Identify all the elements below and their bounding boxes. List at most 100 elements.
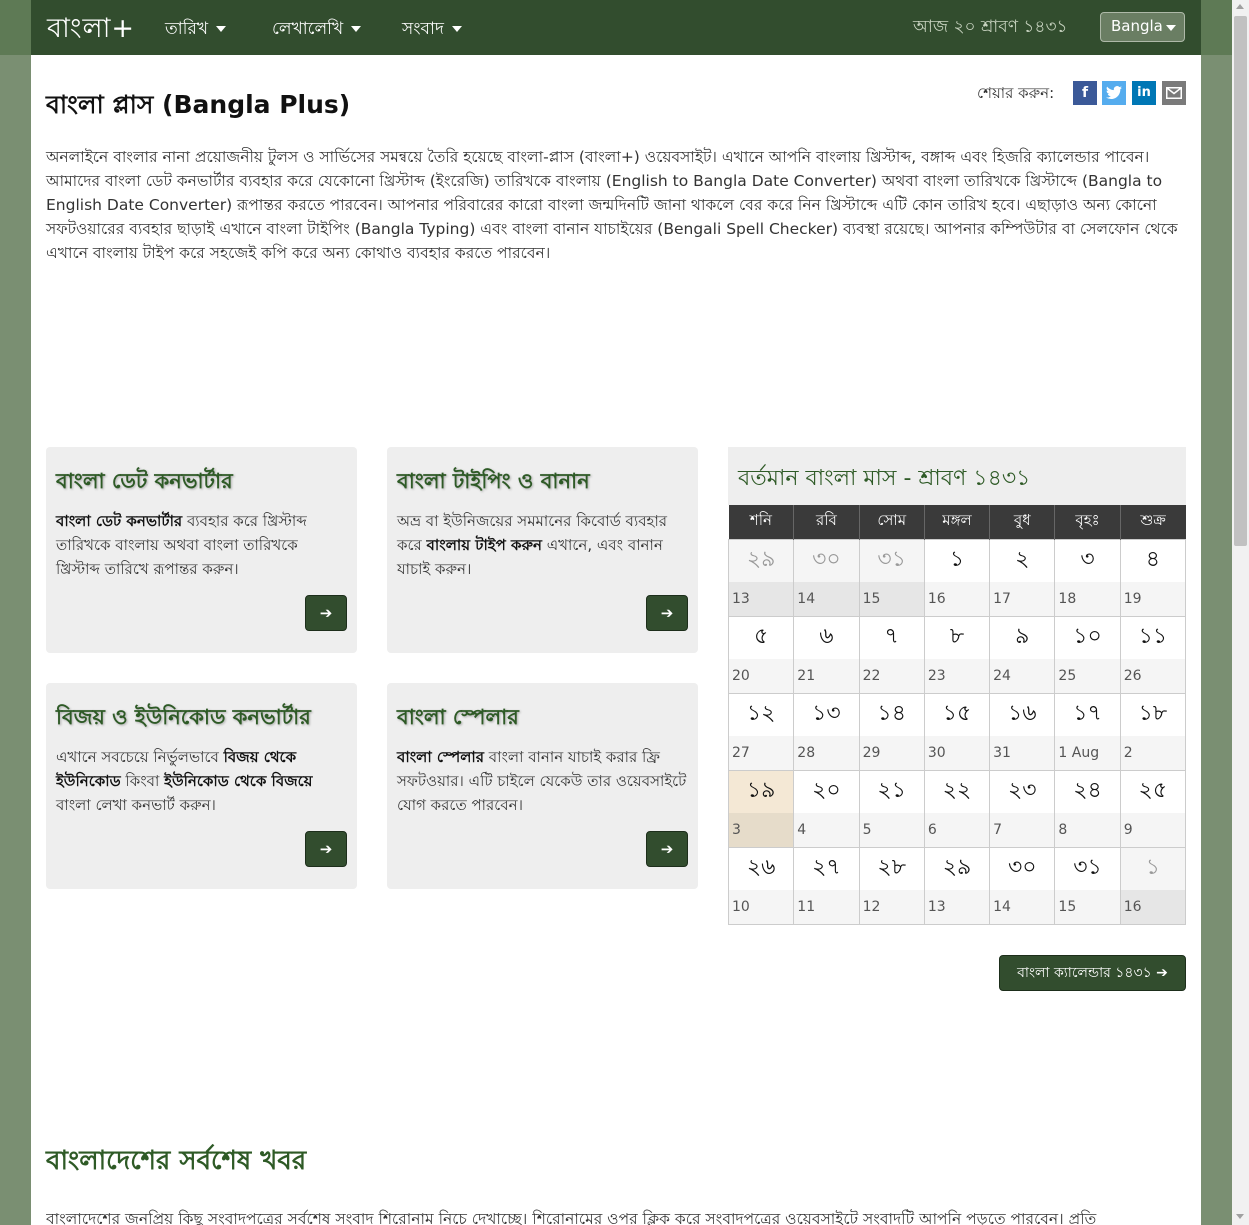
- calendar-english-date: 16: [923, 582, 991, 617]
- go-button[interactable]: ➔: [305, 831, 347, 867]
- calendar-english-date: 13: [923, 890, 991, 925]
- calendar-day: ৩১: [1054, 846, 1121, 890]
- calendar-day: ৬: [793, 615, 860, 659]
- card-text-body: বাংলা লেখা কনভার্ট করুন।: [56, 796, 216, 814]
- card-title: বাংলা স্পেলার: [397, 705, 519, 729]
- chevron-down-icon: [351, 26, 362, 32]
- card-text-body: এখানে সবচেয়ে নির্ভুলভাবে: [56, 748, 224, 766]
- calendar-english-date: 31: [989, 736, 1056, 771]
- weekday-header: শুক্র: [1120, 505, 1186, 539]
- calendar-day: ২৩: [989, 769, 1056, 813]
- calendar-english-date: 5: [858, 813, 925, 848]
- calendar-day: ২: [989, 538, 1056, 582]
- calendar-header: বর্তমান বাংলা মাস - শ্রাবণ ১৪৩১: [728, 447, 1186, 505]
- calendar-english-date: 20: [727, 659, 795, 694]
- calendar-link-button[interactable]: বাংলা ক্যালেন্ডার ১৪৩১ ➔: [999, 955, 1186, 991]
- nav-item-writing[interactable]: লেখালেখি: [272, 16, 362, 44]
- calendar-english-date: 17: [989, 582, 1056, 617]
- calendar-day: ১৪: [858, 692, 925, 736]
- weekday-header: শনি: [728, 505, 795, 539]
- weekday-header: বুধ: [989, 505, 1056, 539]
- brand-logo[interactable]: বাংলা+: [47, 8, 135, 53]
- nav-item-news-label: সংবাদ: [402, 19, 444, 39]
- scrollbar-thumb[interactable]: [1234, 16, 1247, 546]
- navbar: বাংলা+ তারিখ লেখালেখি সংবাদ আজ ২০ শ্রাবণ…: [0, 0, 1232, 55]
- calendar-english-date: 28: [793, 736, 860, 771]
- calendar-day: ২৮: [858, 846, 925, 890]
- arrow-right-icon: ➔: [660, 840, 674, 858]
- calendar-day: ১২: [727, 692, 795, 736]
- navbar-inner: বাংলা+ তারিখ লেখালেখি সংবাদ আজ ২০ শ্রাবণ…: [31, 0, 1201, 55]
- chevron-down-icon: [1166, 25, 1176, 31]
- language-select[interactable]: Bangla: [1100, 12, 1185, 42]
- calendar-day: ২৯: [727, 538, 795, 582]
- calendar-english-date: 11: [793, 890, 860, 925]
- calendar-day: ২৬: [727, 846, 795, 890]
- card-text-bold: বাংলা ডেট কনভার্টার: [56, 512, 183, 530]
- calendar-day: ৫: [727, 615, 795, 659]
- facebook-icon[interactable]: f: [1073, 81, 1097, 105]
- calendar-english-date: 21: [793, 659, 860, 694]
- card-bangla-typing: বাংলা টাইপিং ও বানান অভ্র বা ইউনিজয়ের স…: [387, 447, 698, 653]
- calendar-english-date: 15: [858, 582, 925, 617]
- page-title: বাংলা প্লাস (Bangla Plus): [46, 90, 351, 119]
- chevron-down-icon: [216, 26, 227, 32]
- card-title: বাংলা টাইপিং ও বানান: [397, 469, 590, 493]
- calendar-english-date: 14: [989, 890, 1056, 925]
- calendar-english-date: 27: [727, 736, 795, 771]
- calendar-day: ৮: [923, 615, 991, 659]
- calendar-english-date: 30: [923, 736, 991, 771]
- nav-item-news[interactable]: সংবাদ: [402, 16, 462, 44]
- linkedin-icon[interactable]: in: [1132, 81, 1156, 105]
- card-text: বাংলা স্পেলার বাংলা বানান যাচাই করার ফ্র…: [397, 745, 687, 817]
- calendar-title: বর্তমান বাংলা মাস - শ্রাবণ ১৪৩১: [738, 466, 1031, 491]
- arrow-right-icon: ➔: [1156, 965, 1168, 981]
- calendar-day: ২২: [923, 769, 991, 813]
- go-button[interactable]: ➔: [646, 595, 688, 631]
- calendar-day: ১৭: [1054, 692, 1121, 736]
- news-intro: বাংলাদেশের জনপ্রিয় কিছু সংবাদপত্রের সর্…: [46, 1210, 1097, 1225]
- calendar-english-date: 12: [858, 890, 925, 925]
- calendar-day: ২৭: [793, 846, 860, 890]
- calendar-english-date: 7: [989, 813, 1056, 848]
- weekday-header: বৃহঃ: [1054, 505, 1121, 539]
- vertical-scrollbar[interactable]: [1232, 0, 1249, 1225]
- scroll-down-arrow-icon[interactable]: [1236, 1214, 1244, 1219]
- main-container: বাংলা প্লাস (Bangla Plus) শেয়ার করুন: f…: [31, 55, 1201, 1225]
- calendar-english-date: 16: [1119, 890, 1187, 925]
- calendar-english-date: 25: [1054, 659, 1121, 694]
- twitter-icon[interactable]: [1102, 81, 1126, 105]
- card-text: এখানে সবচেয়ে নির্ভুলভাবে বিজয় থেকে ইউন…: [56, 745, 346, 817]
- calendar-english-date: 26: [1119, 659, 1187, 694]
- calendar-english-date: 6: [923, 813, 991, 848]
- calendar-english-date: 14: [793, 582, 860, 617]
- language-select-value: Bangla: [1111, 17, 1163, 35]
- calendar-day: ১: [1119, 846, 1187, 890]
- bangla-calendar: বর্তমান বাংলা মাস - শ্রাবণ ১৪৩১ শনি রবি …: [727, 447, 1187, 925]
- card-title: বিজয় ও ইউনিকোড কনভার্টার: [56, 705, 311, 729]
- calendar-day: ৩০: [989, 846, 1056, 890]
- calendar-english-date: 9: [1119, 813, 1187, 848]
- calendar-day: ৩১: [858, 538, 925, 582]
- scroll-up-arrow-icon[interactable]: [1236, 4, 1244, 9]
- calendar-day: ১: [923, 538, 991, 582]
- calendar-english-date: 8: [1054, 813, 1121, 848]
- go-button[interactable]: ➔: [305, 595, 347, 631]
- calendar-table: শনি রবি সোম মঙ্গল বুধ বৃহঃ শুক্র ২৯ ৩০ ৩১ ১…: [727, 505, 1187, 925]
- calendar-english-date: 18: [1054, 582, 1121, 617]
- calendar-english-date: 23: [923, 659, 991, 694]
- email-icon[interactable]: [1162, 81, 1186, 105]
- calendar-english-date: 4: [793, 813, 860, 848]
- arrow-right-icon: ➔: [319, 604, 333, 622]
- weekday-header: মঙ্গল: [924, 505, 991, 539]
- arrow-right-icon: ➔: [319, 840, 333, 858]
- calendar-day: ৭: [858, 615, 925, 659]
- calendar-english-date: 2: [1119, 736, 1187, 771]
- calendar-day: ১০: [1054, 615, 1121, 659]
- weekday-header: সোম: [859, 505, 925, 539]
- calendar-english-date: 15: [1054, 890, 1121, 925]
- calendar-day: ১৫: [923, 692, 991, 736]
- nav-item-date[interactable]: তারিখ: [165, 16, 227, 44]
- go-button[interactable]: ➔: [646, 831, 688, 867]
- card-title: বাংলা ডেট কনভার্টার: [56, 469, 233, 493]
